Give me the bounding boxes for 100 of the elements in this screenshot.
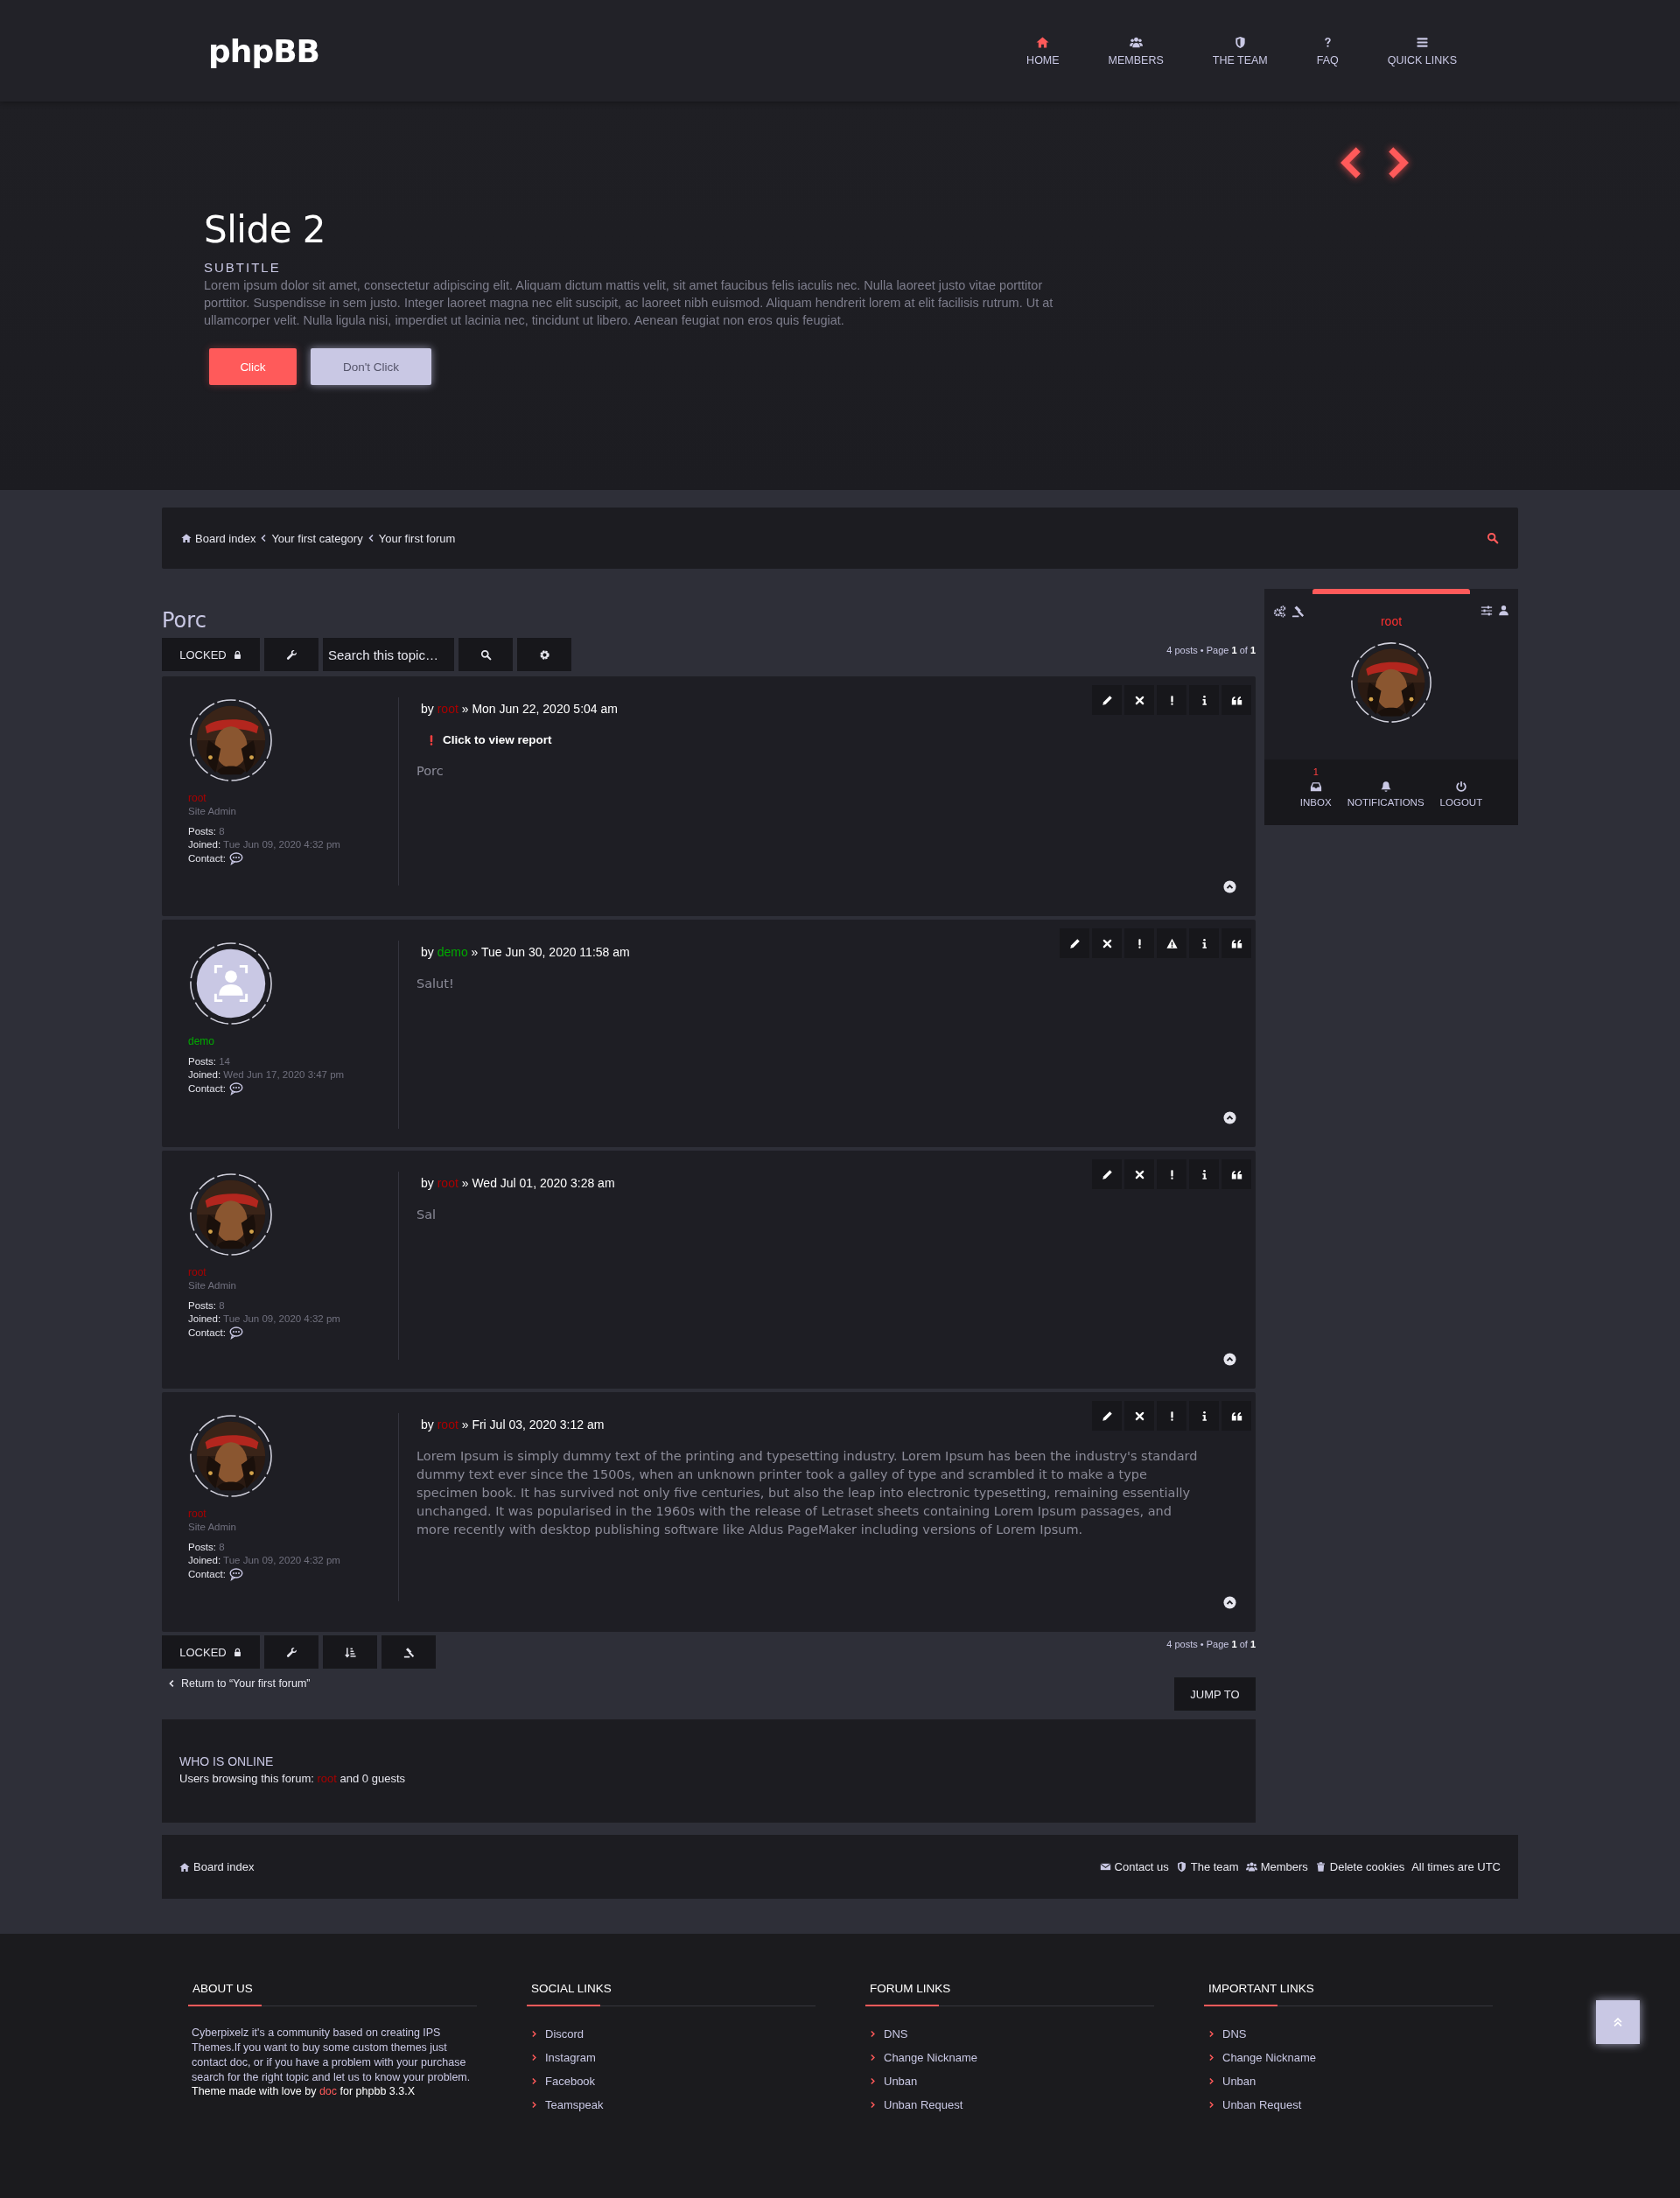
quote-button[interactable] bbox=[1222, 685, 1251, 715]
advanced-search-button[interactable] bbox=[517, 638, 571, 671]
nav-link[interactable]: THE TEAM bbox=[1187, 35, 1292, 66]
footer-link[interactable]: Discord bbox=[545, 2027, 584, 2040]
contact-button[interactable] bbox=[228, 1567, 243, 1581]
footer-link[interactable]: The team bbox=[1175, 1860, 1239, 1873]
quote-button[interactable] bbox=[1222, 928, 1251, 958]
footer-link[interactable]: Unban Request bbox=[1222, 2098, 1302, 2111]
info-button[interactable] bbox=[1189, 1401, 1219, 1431]
bell-icon bbox=[1379, 780, 1392, 793]
info-button[interactable] bbox=[1189, 928, 1219, 958]
post-date: » Fri Jul 03, 2020 3:12 am bbox=[461, 1418, 605, 1432]
pencil-button[interactable] bbox=[1092, 1401, 1122, 1431]
close-button[interactable] bbox=[1124, 1401, 1154, 1431]
pencil-button[interactable] bbox=[1092, 1159, 1122, 1189]
breadcrumb-link[interactable]: Your first category bbox=[271, 531, 363, 545]
shield-icon bbox=[1175, 1861, 1187, 1872]
slide-button[interactable]: Don't Click bbox=[311, 348, 431, 385]
exclamation-button[interactable] bbox=[1157, 1401, 1186, 1431]
nav-link[interactable]: QUICK LINKS bbox=[1362, 35, 1457, 66]
warning-button[interactable] bbox=[1157, 928, 1186, 958]
nav-link[interactable]: MEMBERS bbox=[1083, 35, 1188, 66]
footer-link[interactable]: Delete cookies bbox=[1314, 1860, 1405, 1873]
nav-link[interactable]: FAQ bbox=[1292, 35, 1363, 66]
users-icon bbox=[1129, 35, 1143, 49]
back-to-top-link[interactable] bbox=[1223, 1111, 1236, 1124]
footer-link[interactable]: Unban bbox=[1222, 2075, 1256, 2088]
quote-button[interactable] bbox=[1222, 1159, 1251, 1189]
breadcrumb-link[interactable]: Your first forum bbox=[378, 531, 456, 545]
exclamation-button[interactable] bbox=[1124, 928, 1154, 958]
search-button[interactable] bbox=[458, 638, 513, 671]
close-button[interactable] bbox=[1124, 685, 1154, 715]
footer-link[interactable]: DNS bbox=[1222, 2027, 1247, 2040]
contact-label: Contact: bbox=[188, 1082, 226, 1096]
posts-label: Posts: bbox=[188, 1056, 216, 1067]
back-to-top-link[interactable] bbox=[1223, 1353, 1236, 1366]
logo[interactable]: phpBB bbox=[208, 32, 320, 69]
topic-title[interactable]: Porc bbox=[162, 608, 1256, 633]
chevron-right-icon bbox=[530, 2077, 538, 2085]
footer-link[interactable]: Change Nickname bbox=[884, 2051, 977, 2064]
info-button[interactable] bbox=[1189, 1159, 1219, 1189]
settings-button[interactable] bbox=[1480, 605, 1493, 618]
footer-link[interactable]: Unban Request bbox=[884, 2098, 963, 2111]
panel-link[interactable]: NOTIFICATIONS bbox=[1347, 780, 1424, 808]
contact-button[interactable] bbox=[228, 851, 243, 865]
footer-link[interactable]: Contact us bbox=[1099, 1860, 1169, 1873]
back-to-top-link[interactable] bbox=[1223, 1596, 1236, 1609]
locked-button[interactable]: LOCKED bbox=[162, 1635, 260, 1669]
post-date: » Mon Jun 22, 2020 5:04 am bbox=[461, 702, 618, 716]
posts-count: 8 bbox=[219, 1542, 225, 1552]
envelope-icon bbox=[1099, 1861, 1111, 1872]
sort-button[interactable] bbox=[323, 1635, 377, 1669]
contact-button[interactable] bbox=[228, 1326, 243, 1340]
post-date: » Tue Jun 30, 2020 11:58 am bbox=[471, 945, 630, 959]
username[interactable]: root bbox=[1264, 614, 1518, 628]
search-field[interactable]: Search this topic… bbox=[323, 638, 454, 671]
author-link[interactable]: doc bbox=[318, 2085, 338, 2097]
contact-button[interactable] bbox=[228, 1082, 243, 1096]
close-button[interactable] bbox=[1124, 1159, 1154, 1189]
close-icon bbox=[1133, 1410, 1145, 1422]
locked-button[interactable]: LOCKED bbox=[162, 638, 260, 671]
author-name[interactable]: demo bbox=[188, 1035, 398, 1048]
board-index-link[interactable]: Board index bbox=[179, 1860, 255, 1873]
gavel-icon bbox=[1292, 605, 1305, 618]
post-author-link[interactable]: demo bbox=[437, 945, 468, 959]
footer-link[interactable]: Change Nickname bbox=[1222, 2051, 1316, 2064]
panel-link[interactable]: LOGOUT bbox=[1439, 780, 1483, 808]
breadcrumb-link[interactable]: Board index bbox=[181, 531, 256, 545]
back-to-top-link[interactable] bbox=[1223, 880, 1236, 893]
report-link[interactable]: Click to view report bbox=[443, 733, 552, 746]
joined-label: Joined: bbox=[188, 1069, 221, 1080]
home-icon bbox=[179, 1861, 190, 1872]
chevron-right-icon bbox=[1208, 2054, 1215, 2062]
return-link[interactable]: Return to “Your first forum” bbox=[167, 1677, 311, 1690]
quote-icon bbox=[1230, 694, 1242, 706]
close-button[interactable] bbox=[1092, 928, 1122, 958]
wrench-icon bbox=[285, 648, 298, 661]
gavel-button[interactable] bbox=[1292, 605, 1305, 618]
pencil-button[interactable] bbox=[1092, 685, 1122, 715]
footer-link[interactable]: Teamspeak bbox=[545, 2098, 604, 2111]
pencil-icon bbox=[1101, 694, 1113, 706]
shield-icon bbox=[1233, 35, 1247, 49]
profile-button[interactable] bbox=[1498, 605, 1509, 618]
footer-link[interactable]: Unban bbox=[884, 2075, 918, 2088]
footer-link[interactable]: Instagram bbox=[545, 2051, 596, 2064]
nav-link[interactable]: HOME bbox=[1002, 35, 1084, 66]
joined-date: Tue Jun 09, 2020 4:32 pm bbox=[223, 1555, 340, 1565]
pencil-button[interactable] bbox=[1060, 928, 1089, 958]
info-button[interactable] bbox=[1189, 685, 1219, 715]
footer-link[interactable]: Facebook bbox=[545, 2075, 596, 2088]
jump-to-button[interactable]: JUMP TO bbox=[1174, 1677, 1256, 1711]
gears-button[interactable] bbox=[1273, 605, 1286, 618]
search-icon bbox=[480, 648, 492, 661]
quote-button[interactable] bbox=[1222, 1401, 1251, 1431]
exclamation-button[interactable] bbox=[1157, 1159, 1186, 1189]
home-icon bbox=[181, 533, 192, 543]
search-button[interactable] bbox=[1487, 532, 1499, 544]
exclamation-button[interactable] bbox=[1157, 685, 1186, 715]
footer-link[interactable]: DNS bbox=[884, 2027, 908, 2040]
footer-link[interactable]: Members bbox=[1245, 1860, 1308, 1873]
